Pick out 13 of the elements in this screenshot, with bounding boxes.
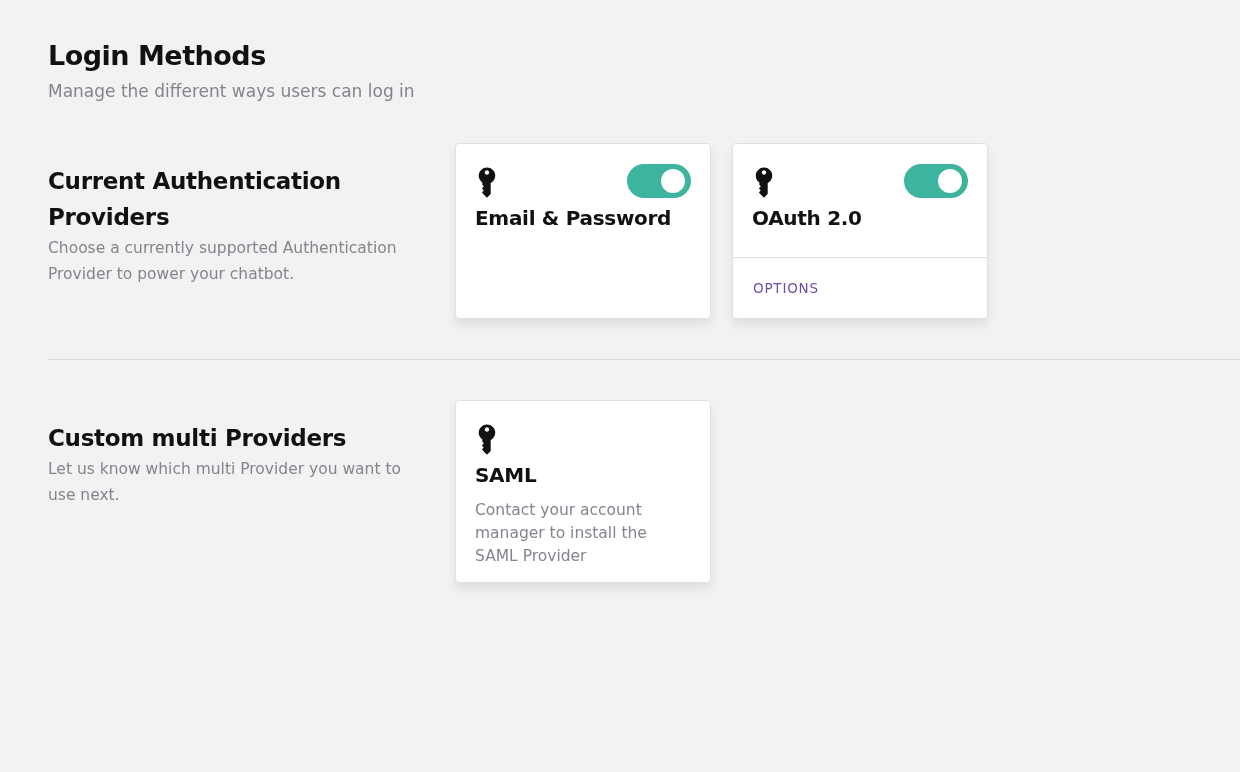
page-title: Login Methods — [48, 40, 267, 71]
provider-name: OAuth 2.0 — [752, 206, 863, 230]
toggle-switch[interactable] — [627, 164, 691, 198]
provider-name: Email & Password — [475, 206, 673, 230]
section-description: Choose a currently supported Authentication Provider to power your chatbot. — [48, 238, 398, 285]
provider-name: SAML — [475, 463, 538, 487]
options-link[interactable]: OPTIONS — [753, 280, 819, 296]
section-title: Custom multi Providers — [48, 424, 348, 453]
page-subtitle: Manage the different ways users can log in — [48, 81, 416, 101]
provider-description: Contact your account manager to install the SAML Provider — [475, 500, 648, 567]
toggle-switch[interactable] — [904, 164, 968, 198]
section-description: Let us know which multi Provider you want to use next. — [48, 459, 402, 506]
section-title: Current Authentication Providers — [48, 167, 342, 232]
